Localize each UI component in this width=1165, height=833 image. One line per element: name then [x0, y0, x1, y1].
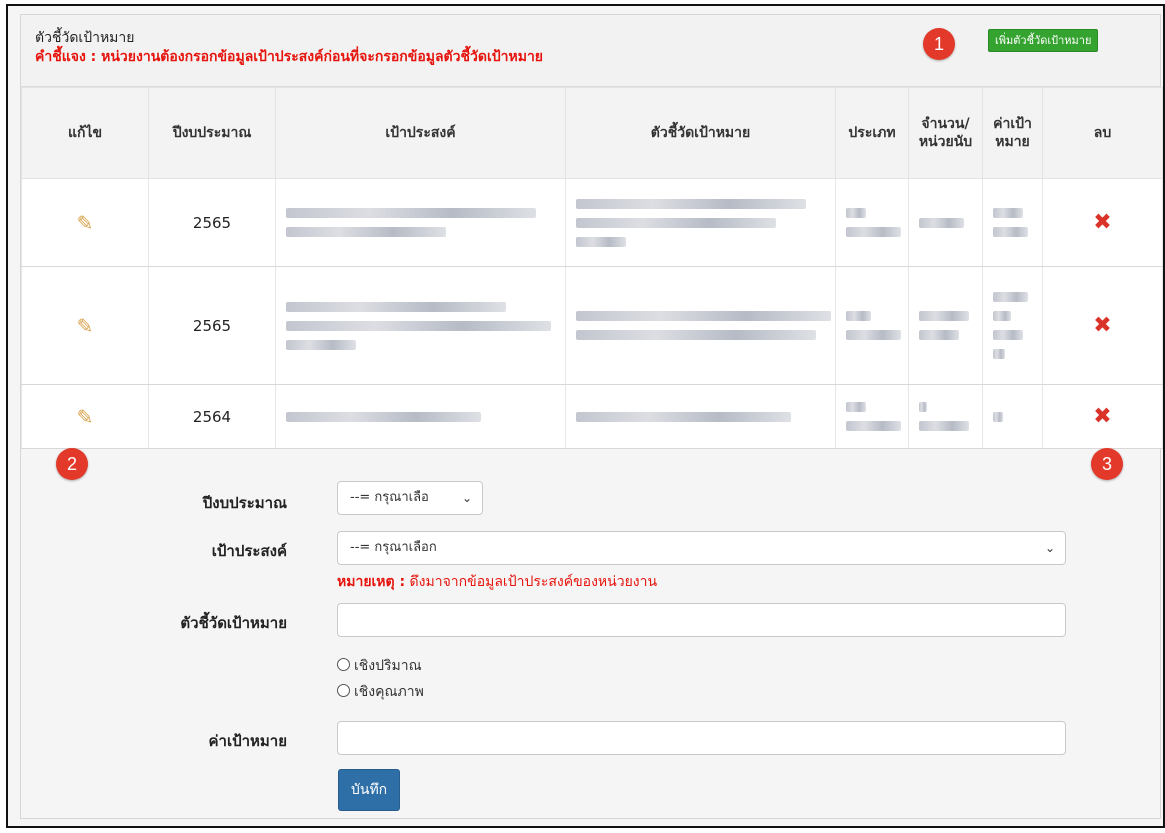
table-row: ✎ 2565 ✖: [21, 178, 1163, 267]
radio-circle-icon: [337, 658, 350, 671]
target-label: ค่าเป้าหมาย: [208, 732, 287, 750]
col-header-objective: เป้าประสงค์: [275, 87, 566, 179]
unit-cell: [908, 266, 983, 385]
indicator-cell: [565, 384, 836, 449]
objective-select-value: --= กรุณาเลือก: [350, 540, 437, 555]
col-header-edit: แก้ไข: [21, 87, 149, 179]
type-cell: [835, 266, 909, 385]
objective-cell: [275, 178, 566, 267]
pencil-icon[interactable]: ✎: [77, 211, 94, 235]
radio-circle-icon: [337, 684, 350, 697]
pencil-icon[interactable]: ✎: [77, 405, 94, 429]
indicator-cell: [565, 266, 836, 385]
col-header-unit: จำนวน/หน่วยนับ: [908, 87, 983, 179]
objective-cell: [275, 384, 566, 449]
radio-quantity-label: เชิงปริมาณ: [354, 658, 422, 674]
blurred-text: [836, 208, 908, 237]
remark-prefix: หมายเหตุ :: [337, 574, 406, 590]
edit-cell: ✎: [21, 178, 149, 267]
radio-quality-label: เชิงคุณภาพ: [354, 684, 424, 700]
year-cell: 2565: [148, 266, 276, 385]
type-cell: [835, 178, 909, 267]
indicator-panel: ตัวชี้วัดเป้าหมาย คำชี้แจง : หน่วยงานต้อ…: [20, 14, 1163, 819]
blurred-text: [983, 208, 1042, 237]
year-cell: 2564: [148, 384, 276, 449]
blurred-text: [566, 311, 835, 340]
remark-text: ดึงมาจากข้อมูลเป้าประสงค์ของหน่วยงาน: [405, 574, 658, 590]
indicator-cell: [565, 178, 836, 267]
save-button[interactable]: บันทึก: [338, 769, 401, 811]
objective-label: เป้าประสงค์: [211, 542, 287, 560]
col-header-year: ปีงบประมาณ: [148, 87, 276, 179]
year-select-value: --= กรุณาเลือ: [350, 490, 429, 505]
col-header-indicator: ตัวชี้วัดเป้าหมาย: [565, 87, 836, 179]
col-header-delete: ลบ: [1042, 87, 1163, 179]
target-cell: [982, 266, 1043, 385]
blurred-text: [566, 411, 835, 422]
table-row: ✎ 2565 ✖: [21, 266, 1163, 385]
unit-cell: [908, 384, 983, 449]
unit-cell: [908, 178, 983, 267]
delete-cell: ✖: [1042, 266, 1163, 385]
edit-cell: ✎: [21, 384, 149, 449]
add-indicator-button[interactable]: เพิ่มตัวชี้วัดเป้าหมาย: [988, 29, 1099, 52]
year-cell: 2565: [148, 178, 276, 267]
callout-badge-2: 2: [56, 448, 88, 480]
target-cell: [982, 178, 1043, 267]
window-frame: ตัวชี้วัดเป้าหมาย คำชี้แจง : หน่วยงานต้อ…: [6, 4, 1165, 828]
year-label: ปีงบประมาณ: [202, 494, 287, 512]
delete-x-icon[interactable]: ✖: [1093, 313, 1111, 338]
panel-header: ตัวชี้วัดเป้าหมาย คำชี้แจง : หน่วยงานต้อ…: [21, 15, 1160, 87]
delete-x-icon[interactable]: ✖: [1093, 210, 1111, 235]
objective-select[interactable]: --= กรุณาเลือก ⌄: [337, 531, 1066, 565]
objective-cell: [275, 266, 566, 385]
blurred-text: [836, 311, 908, 340]
delete-cell: ✖: [1042, 178, 1163, 267]
delete-x-icon[interactable]: ✖: [1093, 404, 1111, 429]
indicator-label: ตัวชี้วัดเป้าหมาย: [180, 614, 287, 632]
blurred-text: [276, 208, 565, 237]
blurred-text: [909, 311, 982, 340]
chevron-down-icon: ⌄: [1044, 541, 1055, 555]
blurred-text: [276, 301, 565, 350]
table-row: ✎ 2564 ✖: [21, 384, 1163, 449]
col-header-target: ค่าเป้าหมาย: [982, 87, 1043, 179]
col-header-type: ประเภท: [835, 87, 909, 179]
table-header-row: แก้ไข ปีงบประมาณ เป้าประสงค์ ตัวชี้วัดเป…: [21, 87, 1163, 179]
target-cell: [982, 384, 1043, 449]
delete-cell: ✖: [1042, 384, 1163, 449]
year-select[interactable]: --= กรุณาเลือ ⌄: [337, 481, 483, 515]
type-cell: [835, 384, 909, 449]
blurred-text: [983, 292, 1042, 359]
blurred-text: [909, 217, 982, 228]
blurred-text: [909, 402, 982, 431]
indicator-table: แก้ไข ปีงบประมาณ เป้าประสงค์ ตัวชี้วัดเป…: [21, 87, 1163, 449]
blurred-text: [566, 198, 835, 247]
radio-quantity[interactable]: เชิงปริมาณ: [337, 655, 422, 677]
callout-badge-1: 1: [923, 28, 955, 60]
edit-cell: ✎: [21, 266, 149, 385]
chevron-down-icon: ⌄: [461, 491, 472, 505]
blurred-text: [836, 402, 908, 431]
target-input[interactable]: [337, 721, 1066, 755]
pencil-icon[interactable]: ✎: [77, 314, 94, 338]
blurred-text: [983, 411, 1042, 422]
instruction-note: คำชี้แจง : หน่วยงานต้องกรอกข้อมูลเป้าประ…: [35, 49, 544, 65]
indicator-input[interactable]: [337, 603, 1066, 637]
remark-note: หมายเหตุ : ดึงมาจากข้อมูลเป้าประสงค์ของห…: [337, 571, 657, 593]
radio-quality[interactable]: เชิงคุณภาพ: [337, 681, 424, 703]
callout-badge-3: 3: [1091, 448, 1123, 480]
blurred-text: [276, 411, 565, 422]
